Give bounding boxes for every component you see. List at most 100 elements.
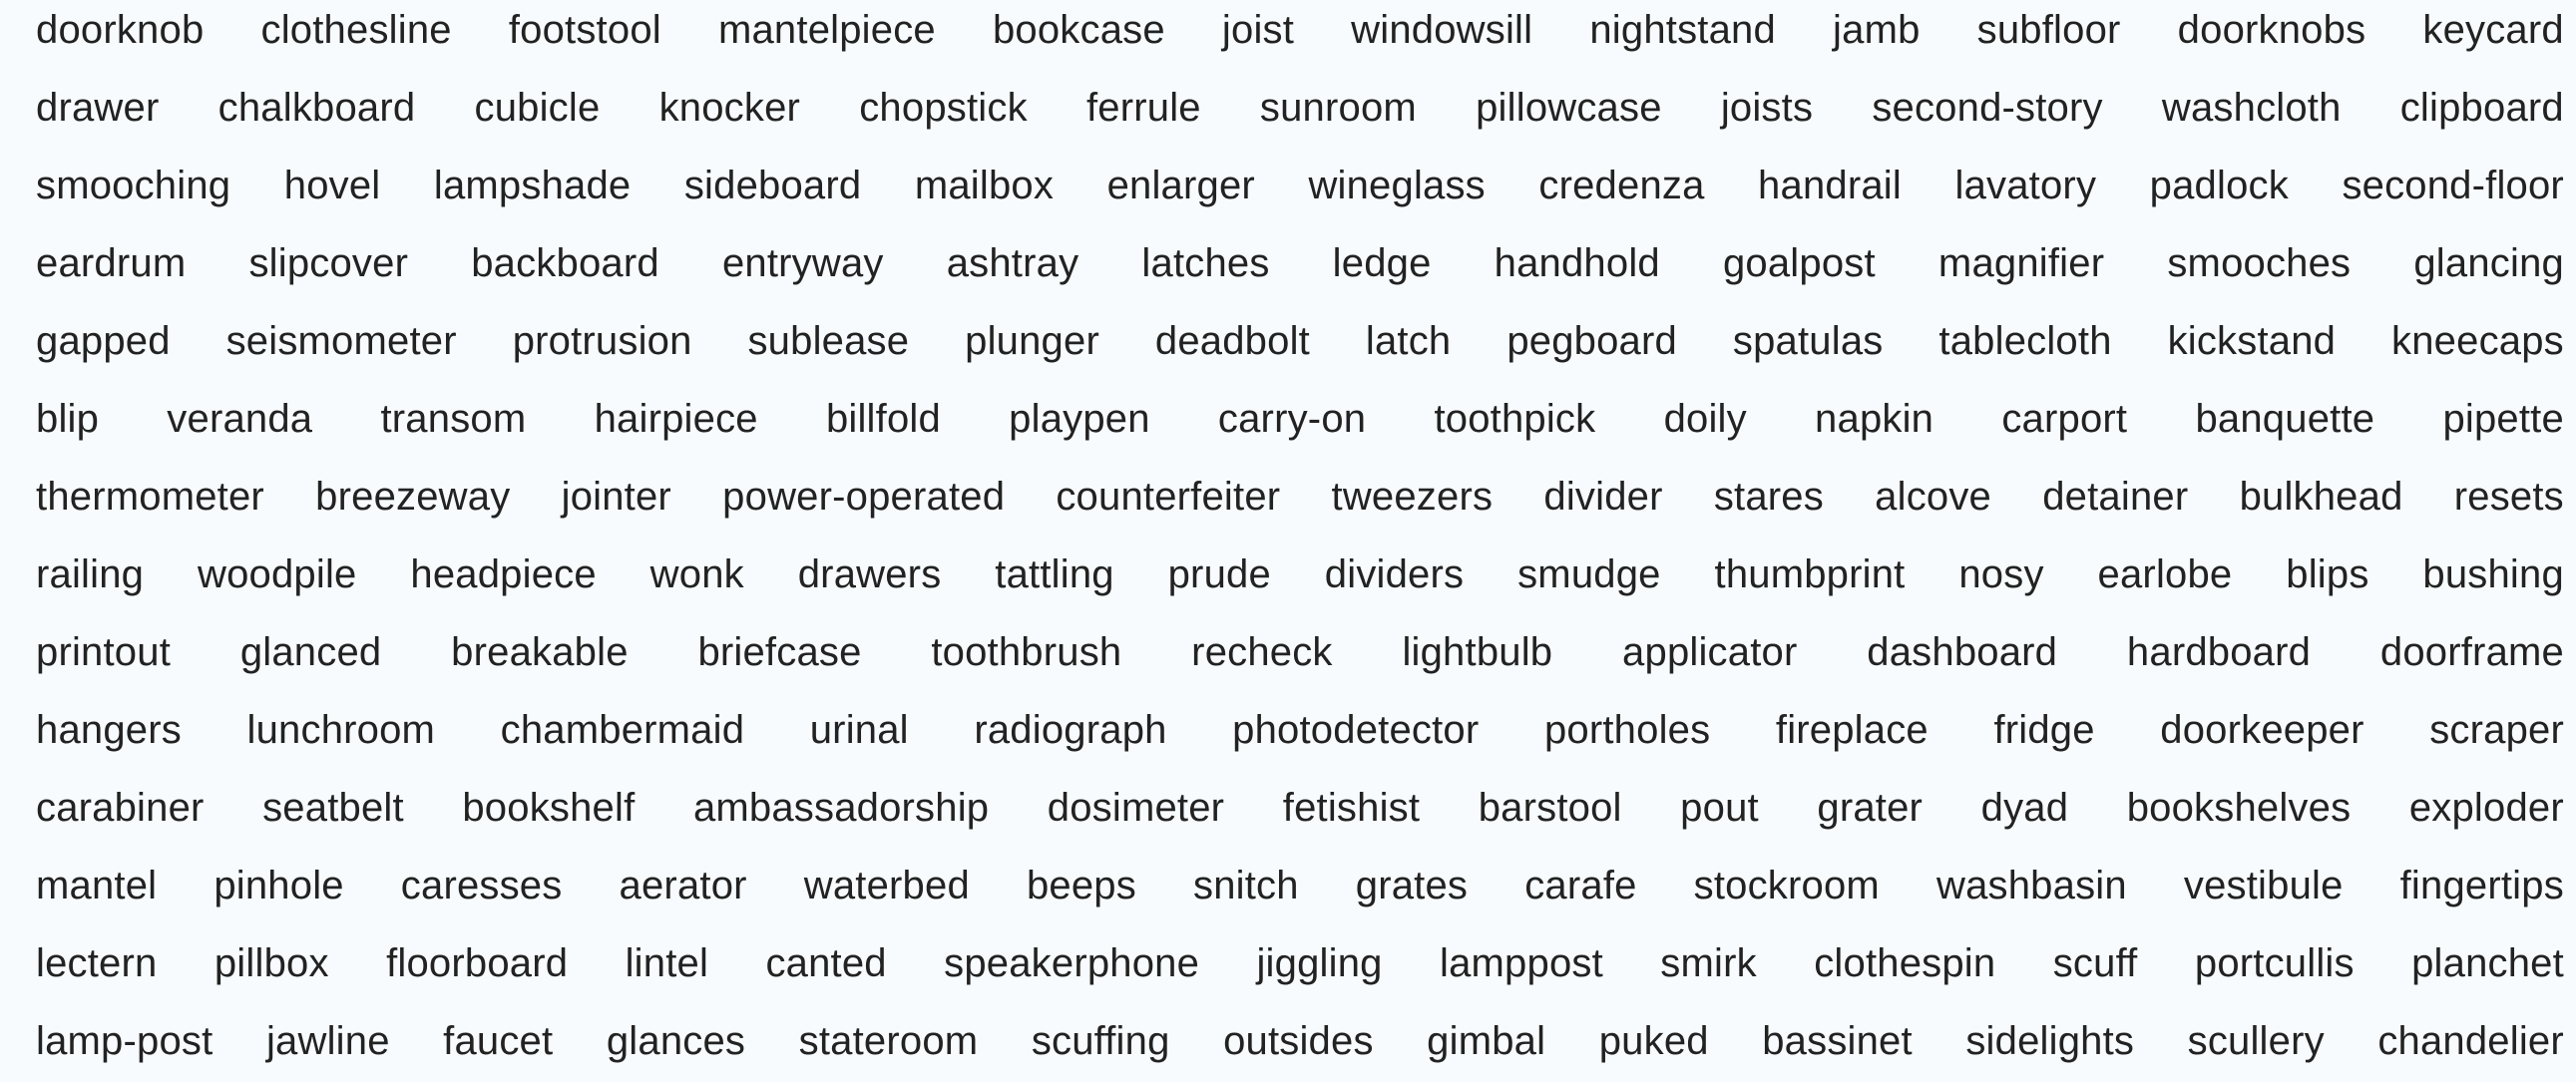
word: blips bbox=[2286, 552, 2369, 596]
word: carabiner bbox=[36, 786, 205, 830]
word: tweezers bbox=[1331, 475, 1494, 519]
word: spatulas bbox=[1732, 319, 1884, 363]
word: handrail bbox=[1758, 164, 1902, 207]
word: smirk bbox=[1660, 941, 1757, 985]
word: nightstand bbox=[1589, 8, 1776, 52]
word: clothespin bbox=[1814, 941, 1996, 985]
word: smooches bbox=[2167, 241, 2352, 285]
word: hardboard bbox=[2126, 630, 2312, 674]
word: hangers bbox=[36, 708, 182, 752]
word: woodpile bbox=[198, 552, 357, 596]
word: clipboard bbox=[2399, 86, 2564, 130]
word: toothpick bbox=[1434, 397, 1596, 441]
word: breakable bbox=[451, 630, 629, 674]
word: second-story bbox=[1872, 86, 2103, 130]
word: deadbolt bbox=[1154, 319, 1310, 363]
word: bookshelves bbox=[2126, 786, 2352, 830]
word: puked bbox=[1598, 1019, 1709, 1063]
word-row: thermometer breezeway jointer power-operate… bbox=[36, 458, 2564, 536]
word: lamp-post bbox=[36, 1019, 214, 1063]
word: planchet bbox=[2411, 941, 2564, 985]
word: fireplace bbox=[1775, 708, 1929, 752]
word: canted bbox=[765, 941, 887, 985]
word: grater bbox=[1817, 786, 1924, 830]
word: latches bbox=[1141, 241, 1270, 285]
word: pillbox bbox=[214, 941, 329, 985]
word: toothbrush bbox=[931, 630, 1122, 674]
word: glancing bbox=[2413, 241, 2564, 285]
word: lavatory bbox=[1954, 164, 2097, 207]
word-row: doorknob clothesline footstool mantelpiece b… bbox=[36, 0, 2564, 69]
word: wonk bbox=[649, 552, 744, 596]
word: lamppost bbox=[1440, 941, 1603, 985]
word: snitch bbox=[1193, 864, 1299, 907]
word: sideboard bbox=[683, 164, 862, 207]
word: portholes bbox=[1543, 708, 1711, 752]
word: billfold bbox=[825, 397, 941, 441]
word: applicator bbox=[1622, 630, 1798, 674]
word: joists bbox=[1720, 86, 1814, 130]
word: recheck bbox=[1191, 630, 1333, 674]
word: dashboard bbox=[1867, 630, 2058, 674]
word: floorboard bbox=[386, 941, 569, 985]
word: resets bbox=[2453, 475, 2564, 519]
word: drawer bbox=[36, 86, 160, 130]
word: slipcover bbox=[248, 241, 409, 285]
word: drawers bbox=[797, 552, 942, 596]
word: waterbed bbox=[803, 864, 970, 907]
word: seatbelt bbox=[262, 786, 404, 830]
word: veranda bbox=[167, 397, 313, 441]
word: handhold bbox=[1494, 241, 1660, 285]
word: gapped bbox=[36, 319, 171, 363]
word: pout bbox=[1680, 786, 1759, 830]
word-row: gapped seismometer protrusion sublease plung… bbox=[36, 302, 2564, 380]
word: smudge bbox=[1517, 552, 1661, 596]
word: windowsill bbox=[1351, 8, 1533, 52]
word-row: railing woodpile headpiece wonk drawers tattl… bbox=[36, 536, 2564, 613]
word: bassinet bbox=[1762, 1019, 1913, 1063]
word: clothesline bbox=[260, 8, 452, 52]
word: lampshade bbox=[433, 164, 632, 207]
word: mailbox bbox=[914, 164, 1055, 207]
word: padlock bbox=[2149, 164, 2289, 207]
word-row: lamp-post jawline faucet glances stateroom sc… bbox=[36, 1002, 2564, 1080]
word: jawline bbox=[265, 1019, 390, 1063]
word: subfloor bbox=[1976, 8, 2121, 52]
word: hairpiece bbox=[594, 397, 758, 441]
word: second-floor bbox=[2342, 164, 2564, 207]
word: carry-on bbox=[1217, 397, 1367, 441]
word: dyad bbox=[1980, 786, 2069, 830]
word: mantel bbox=[36, 864, 158, 907]
word: bulkhead bbox=[2239, 475, 2403, 519]
word: lectern bbox=[36, 941, 158, 985]
word: power-operated bbox=[722, 475, 1006, 519]
word: magnifier bbox=[1937, 241, 2105, 285]
word: smooching bbox=[36, 164, 231, 207]
word: lintel bbox=[625, 941, 709, 985]
word: latch bbox=[1365, 319, 1452, 363]
word: transom bbox=[380, 397, 527, 441]
word: backboard bbox=[471, 241, 659, 285]
word-row: blip veranda transom hairpiece billfold playp… bbox=[36, 380, 2564, 458]
word: joist bbox=[1221, 8, 1295, 52]
word: stockroom bbox=[1693, 864, 1880, 907]
word: glances bbox=[606, 1019, 746, 1063]
word: scraper bbox=[2429, 708, 2564, 752]
word-row: drawer chalkboard cubicle knocker chopstick f… bbox=[36, 69, 2564, 147]
word: carport bbox=[2001, 397, 2128, 441]
word: thumbprint bbox=[1714, 552, 1906, 596]
word: scuff bbox=[2052, 941, 2138, 985]
word: printout bbox=[36, 630, 172, 674]
word: headpiece bbox=[410, 552, 597, 596]
word: prude bbox=[1167, 552, 1271, 596]
word: doorknob bbox=[36, 8, 205, 52]
word: washcloth bbox=[2161, 86, 2342, 130]
word: lunchroom bbox=[246, 708, 436, 752]
word: fingertips bbox=[2399, 864, 2564, 907]
word: tablecloth bbox=[1938, 319, 2112, 363]
word: playpen bbox=[1009, 397, 1150, 441]
word-grid: doorknob clothesline footstool mantelpiece b… bbox=[36, 0, 2564, 1082]
word: pegboard bbox=[1506, 319, 1677, 363]
word: stares bbox=[1713, 475, 1824, 519]
word-row: eardrum slipcover backboard entryway ashtray… bbox=[36, 224, 2564, 302]
